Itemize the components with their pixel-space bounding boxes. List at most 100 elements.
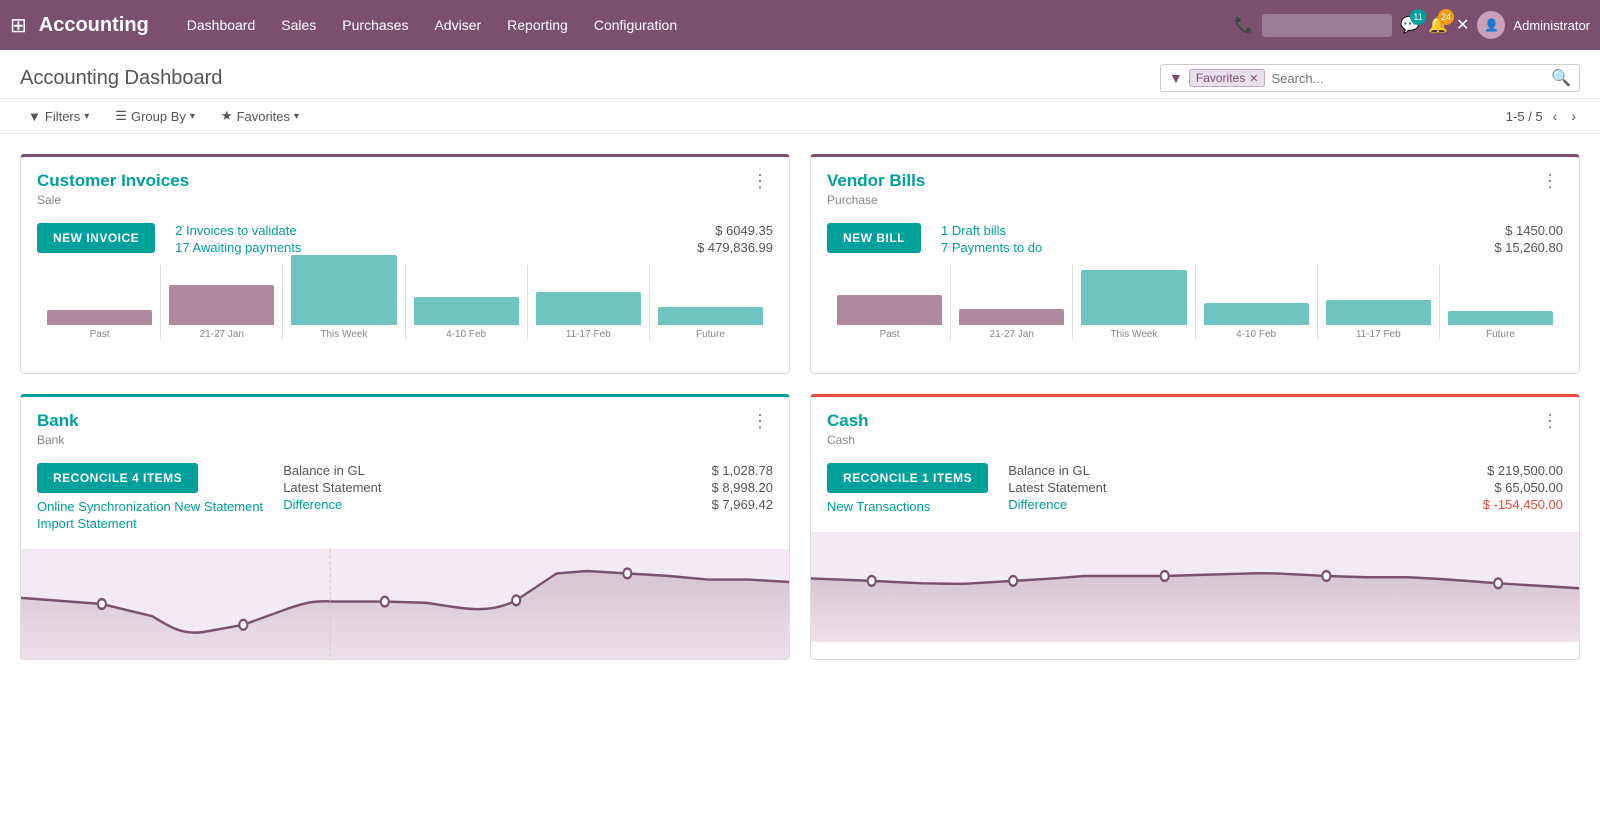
customer-invoices-body: NEW INVOICE 2 Invoices to validate $ 604… — [21, 213, 789, 373]
cash-title[interactable]: Cash — [827, 411, 869, 431]
search-input[interactable] — [1271, 71, 1545, 86]
favorites-tag-remove[interactable]: ✕ — [1249, 72, 1258, 85]
divider-2 — [282, 265, 283, 340]
nav-dashboard[interactable]: Dashboard — [175, 11, 268, 39]
nav-sales[interactable]: Sales — [269, 11, 328, 39]
app-title: Accounting — [39, 14, 149, 37]
bar-feb1-teal — [414, 297, 519, 325]
top-search-input[interactable] — [1262, 14, 1392, 37]
nav-adviser[interactable]: Adviser — [422, 11, 493, 39]
bar-feb2-teal — [536, 292, 641, 325]
bank-title[interactable]: Bank — [37, 411, 79, 431]
nav-configuration[interactable]: Configuration — [582, 11, 689, 39]
cash-statement-value: $ 65,050.00 — [1494, 480, 1563, 495]
bank-gl-label: Balance in GL — [283, 463, 365, 478]
filters-button[interactable]: ▼ Filters ▾ — [20, 106, 97, 127]
vb-bar-feb1-teal — [1204, 303, 1309, 325]
groupby-button[interactable]: ☰ Group By ▾ — [107, 105, 203, 127]
bar-jan-label: 21-27 Jan — [200, 329, 244, 340]
groupby-caret: ▾ — [190, 111, 195, 122]
filter-bar: ▼ Filters ▾ ☰ Group By ▾ ★ Favorites ▾ 1… — [0, 99, 1600, 134]
bar-past-label: Past — [90, 329, 110, 340]
import-statement-link[interactable]: Import Statement — [37, 516, 263, 531]
vendor-bills-menu[interactable]: ⋮ — [1537, 171, 1563, 192]
customer-invoices-title[interactable]: Customer Invoices — [37, 171, 189, 191]
vb-bar-feb2-teal — [1326, 300, 1431, 325]
new-invoice-button[interactable]: NEW INVOICE — [37, 223, 155, 253]
awaiting-payments-value: $ 479,836.99 — [697, 240, 773, 255]
cash-point-2 — [1009, 576, 1017, 586]
alerts-badge: 24 — [1438, 9, 1454, 25]
bar-feb1-label: 4-10 Feb — [446, 329, 486, 340]
draft-bills-label[interactable]: 1 Draft bills — [941, 223, 1006, 238]
avatar[interactable]: 👤 — [1477, 11, 1505, 39]
bar-future-teal — [658, 307, 763, 325]
divider-3 — [405, 265, 406, 340]
customer-invoices-menu[interactable]: ⋮ — [747, 171, 773, 192]
vb-bar-jan-label: 21-27 Jan — [990, 329, 1034, 340]
page-header: Accounting Dashboard ▼ Favorites ✕ 🔍 — [0, 50, 1600, 99]
bank-menu[interactable]: ⋮ — [747, 411, 773, 432]
vb-bar-thisweek-teal — [1081, 270, 1186, 325]
bar-feb2-label: 11-17 Feb — [566, 329, 611, 340]
cash-stat-2: Latest Statement $ 65,050.00 — [1008, 480, 1563, 495]
payments-todo-label[interactable]: 7 Payments to do — [941, 240, 1042, 255]
messages-icon[interactable]: 💬 11 — [1400, 15, 1420, 35]
bar-jan: 21-27 Jan — [169, 285, 274, 340]
star-icon: ★ — [221, 108, 233, 124]
vendor-bills-title[interactable]: Vendor Bills — [827, 171, 925, 191]
cash-line-chart: 5 Jan 10 Jan 15 Jan 20 Jan 25 Jan — [811, 532, 1579, 642]
bank-stat-2: Latest Statement $ 8,998.20 — [283, 480, 773, 495]
nav-purchases[interactable]: Purchases — [330, 11, 420, 39]
cash-menu[interactable]: ⋮ — [1537, 411, 1563, 432]
vb-bar-feb1: 4-10 Feb — [1204, 303, 1309, 340]
vb-divider-2 — [1072, 265, 1073, 340]
vb-divider-5 — [1439, 265, 1440, 340]
vb-bar-past: Past — [837, 295, 942, 340]
pagination: 1-5 / 5 ‹ › — [1506, 106, 1580, 126]
divider-1 — [160, 265, 161, 340]
admin-label[interactable]: Administrator — [1513, 18, 1590, 33]
search-button[interactable]: 🔍 — [1551, 68, 1571, 88]
prev-page-button[interactable]: ‹ — [1549, 106, 1562, 126]
vb-bar-past-mauve — [837, 295, 942, 325]
bar-past: Past — [47, 310, 152, 340]
new-transactions-link[interactable]: New Transactions — [827, 499, 988, 514]
reconcile-cash-button[interactable]: RECONCILE 1 ITEMS — [827, 463, 988, 493]
favorites-filter-button[interactable]: ★ Favorites ▾ — [213, 105, 307, 127]
cash-subtitle: Cash — [827, 433, 869, 447]
awaiting-payments-label[interactable]: 17 Awaiting payments — [175, 240, 301, 255]
vendor-bills-title-block: Vendor Bills Purchase — [827, 171, 925, 207]
divider-5 — [649, 265, 650, 340]
cash-diff-value: $ -154,450.00 — [1483, 497, 1563, 512]
bank-statement-value: $ 8,998.20 — [712, 480, 773, 495]
cash-point-3 — [1161, 571, 1169, 581]
vendor-bills-subtitle: Purchase — [827, 193, 925, 207]
top-navigation: ⊞ Accounting Dashboard Sales Purchases A… — [0, 0, 1600, 50]
customer-invoices-action-row: NEW INVOICE 2 Invoices to validate $ 604… — [37, 223, 773, 257]
cash-point-5 — [1494, 578, 1502, 588]
payments-todo-value: $ 15,260.80 — [1494, 240, 1563, 255]
bar-thisweek: This Week — [291, 255, 396, 340]
new-bill-button[interactable]: NEW BILL — [827, 223, 921, 253]
vendor-bills-bars: Past 21-27 Jan This Week — [837, 265, 1553, 340]
phone-icon[interactable]: 📞 — [1234, 15, 1254, 35]
stat-row-2: 17 Awaiting payments $ 479,836.99 — [175, 240, 773, 255]
next-page-button[interactable]: › — [1567, 106, 1580, 126]
vb-divider-4 — [1317, 265, 1318, 340]
nav-reporting[interactable]: Reporting — [495, 11, 580, 39]
customer-invoices-card: Customer Invoices Sale ⋮ NEW INVOICE 2 I… — [20, 154, 790, 374]
cash-statement-label: Latest Statement — [1008, 480, 1106, 495]
close-icon[interactable]: ✕ — [1456, 15, 1469, 35]
reconcile-bank-button[interactable]: RECONCILE 4 ITEMS — [37, 463, 198, 493]
bank-statement-label: Latest Statement — [283, 480, 381, 495]
grid-icon[interactable]: ⊞ — [10, 13, 27, 38]
bank-diff-value: $ 7,969.42 — [712, 497, 773, 512]
vb-divider-1 — [950, 265, 951, 340]
alerts-icon[interactable]: 🔔 24 — [1428, 15, 1448, 35]
invoices-validate-label[interactable]: 2 Invoices to validate — [175, 223, 296, 238]
online-sync-link[interactable]: Online Synchronization New Statement — [37, 499, 263, 514]
bank-point-1 — [98, 599, 106, 609]
cash-point-4 — [1322, 571, 1330, 581]
cash-gl-value: $ 219,500.00 — [1487, 463, 1563, 478]
